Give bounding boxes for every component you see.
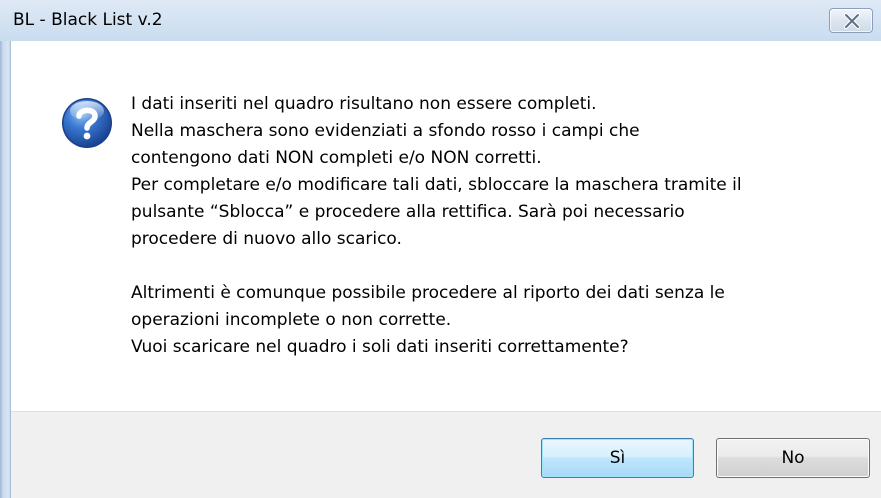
- close-button[interactable]: [829, 8, 873, 33]
- window-title: BL - Black List v.2: [13, 10, 163, 30]
- message-line: procedere di nuovo allo scarico.: [131, 229, 402, 249]
- message-line: Per completare e/o modificare tali dati,…: [131, 175, 742, 195]
- window-frame: [0, 0, 11, 498]
- message-line: Altrimenti è comunque possibile proceder…: [131, 283, 725, 303]
- message-line: Nella maschera sono evidenziati a sfondo…: [131, 121, 640, 141]
- title-bar[interactable]: BL - Black List v.2: [0, 0, 881, 41]
- message-line: operazioni incomplete o non corrette.: [131, 310, 452, 330]
- message-dialog: BL - Black List v.2 I dati inseriti nel …: [0, 0, 881, 498]
- message-line: contengono dati NON completi e/o NON cor…: [131, 148, 542, 168]
- message-line: Vuoi scaricare nel quadro i soli dati in…: [131, 337, 629, 357]
- message-text: I dati inseriti nel quadro risultano non…: [131, 91, 851, 361]
- button-bar: Sì No: [11, 411, 881, 498]
- question-icon: [62, 98, 112, 148]
- yes-button[interactable]: Sì: [541, 438, 694, 478]
- message-line: I dati inseriti nel quadro risultano non…: [131, 94, 597, 114]
- close-icon: [844, 13, 860, 29]
- message-line: pulsante “Sblocca” e procedere alla rett…: [131, 202, 685, 222]
- no-button[interactable]: No: [716, 438, 870, 478]
